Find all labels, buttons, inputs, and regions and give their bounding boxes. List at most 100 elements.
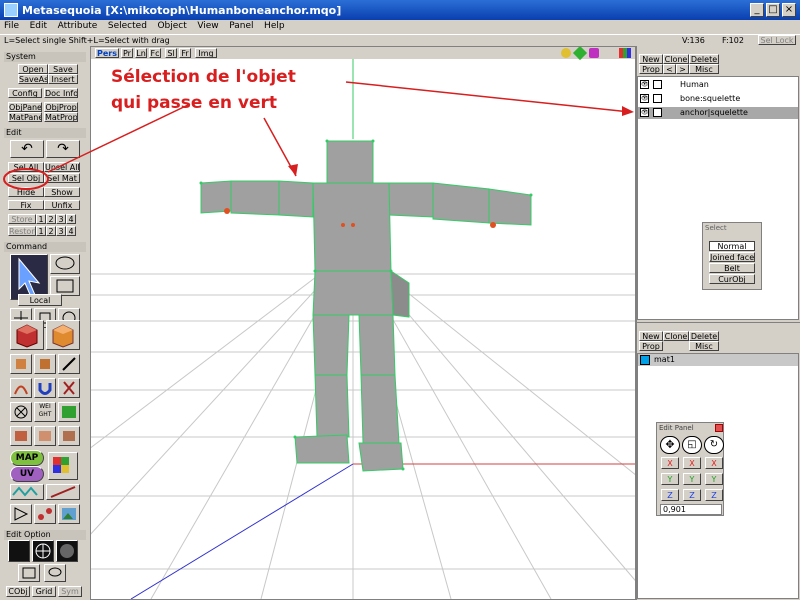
uv-button[interactable]: UV bbox=[10, 466, 44, 482]
eye-icon[interactable]: 👁 bbox=[640, 80, 649, 89]
anchor-tool-icon[interactable] bbox=[34, 426, 56, 446]
object-prop-button[interactable]: Prop bbox=[639, 64, 663, 74]
object-new-button[interactable]: New bbox=[639, 54, 663, 64]
open-button[interactable]: Open bbox=[18, 64, 48, 74]
rotate-x-button[interactable]: X bbox=[705, 457, 723, 469]
scale-z-button[interactable]: Z bbox=[683, 489, 701, 501]
zoom-icon[interactable] bbox=[561, 48, 571, 58]
color-icon[interactable] bbox=[619, 48, 631, 58]
fix-button[interactable]: Fix bbox=[8, 200, 44, 210]
symmetry-button[interactable]: Sym bbox=[58, 586, 82, 597]
saveas-button[interactable]: SaveAs bbox=[18, 74, 48, 84]
select-belt-button[interactable]: Belt bbox=[709, 263, 755, 273]
close-button[interactable]: × bbox=[782, 3, 796, 17]
material-prop-button[interactable]: Prop bbox=[639, 341, 663, 351]
view-tab-img[interactable]: Img bbox=[195, 48, 217, 58]
config-button[interactable]: Config bbox=[8, 88, 42, 98]
menu-attribute[interactable]: Attribute bbox=[54, 20, 102, 32]
snap-rect-icon[interactable] bbox=[18, 564, 40, 582]
objpanel-button[interactable]: ObjPanel bbox=[8, 102, 42, 112]
rotate-mode-icon[interactable]: ↻ bbox=[704, 436, 724, 454]
rotate-view-icon[interactable] bbox=[589, 48, 599, 58]
view-tab-sl[interactable]: Sl bbox=[165, 48, 177, 58]
view-tab-pers[interactable]: Pers bbox=[95, 48, 119, 58]
move-z-button[interactable]: Z bbox=[661, 489, 679, 501]
docinfo-button[interactable]: Doc Info bbox=[44, 88, 78, 98]
move-y-button[interactable]: Y bbox=[661, 473, 679, 485]
magnet-tool-icon[interactable] bbox=[34, 378, 56, 398]
material-delete-button[interactable]: Delete bbox=[689, 331, 719, 341]
object-row-bone[interactable]: 👁 bone:squelette bbox=[638, 93, 798, 105]
view-tab-fc[interactable]: Fc bbox=[149, 48, 161, 58]
delete-tool-icon[interactable] bbox=[10, 402, 32, 422]
moon-toggle-icon[interactable] bbox=[56, 540, 78, 562]
edit-value-field[interactable]: 0,901 bbox=[660, 504, 722, 515]
select-curobj-button[interactable]: CurObj bbox=[709, 274, 755, 284]
menu-help[interactable]: Help bbox=[260, 20, 289, 32]
lasso-tool-icon[interactable] bbox=[50, 254, 80, 274]
grid-button[interactable]: Grid bbox=[32, 586, 56, 597]
restore-slot-1[interactable]: 1 bbox=[36, 226, 46, 236]
light-toggle-icon[interactable] bbox=[8, 540, 30, 562]
matpanel-button[interactable]: MatPane bbox=[8, 112, 42, 122]
material-new-button[interactable]: New bbox=[639, 331, 663, 341]
matprop-button[interactable]: MatProp bbox=[44, 112, 78, 122]
create-face-icon[interactable] bbox=[46, 320, 80, 350]
pen-tool-icon[interactable] bbox=[46, 484, 80, 500]
material-misc-button[interactable]: Misc bbox=[689, 341, 719, 351]
select-material-button[interactable]: Sel Mat bbox=[44, 173, 80, 183]
wave-tool-icon[interactable] bbox=[10, 484, 44, 500]
view-tab-fr[interactable]: Fr bbox=[179, 48, 191, 58]
view-tab-ln[interactable]: Ln bbox=[135, 48, 147, 58]
object-row-human[interactable]: 👁 Human bbox=[638, 79, 798, 91]
select-all-button[interactable]: Sel All bbox=[8, 162, 44, 172]
store-slot-4[interactable]: 4 bbox=[66, 214, 76, 224]
maximize-button[interactable]: □ bbox=[766, 3, 780, 17]
rect-select-icon[interactable] bbox=[50, 276, 80, 296]
image-tool-icon[interactable] bbox=[58, 504, 80, 524]
move-x-button[interactable]: X bbox=[661, 457, 679, 469]
select-object-button[interactable]: Sel Obj bbox=[8, 173, 44, 183]
menu-selected[interactable]: Selected bbox=[104, 20, 151, 32]
objprop-button[interactable]: ObjProp bbox=[44, 102, 78, 112]
paint-tool-icon[interactable] bbox=[58, 402, 80, 422]
map-button[interactable]: MAP bbox=[10, 450, 44, 466]
unselect-all-button[interactable]: Unsel All bbox=[44, 162, 80, 172]
unfix-button[interactable]: Unfix bbox=[44, 200, 80, 210]
show-button[interactable]: Show bbox=[44, 187, 80, 197]
object-misc-button[interactable]: Misc bbox=[689, 64, 719, 74]
vertex-tool-icon[interactable] bbox=[34, 504, 56, 524]
rotate-y-button[interactable]: Y bbox=[705, 473, 723, 485]
lock-icon[interactable] bbox=[653, 80, 662, 89]
move-mode-icon[interactable]: ✥ bbox=[660, 436, 680, 454]
menu-edit[interactable]: Edit bbox=[26, 20, 51, 32]
menu-panel[interactable]: Panel bbox=[225, 20, 257, 32]
create-box-icon[interactable] bbox=[10, 320, 44, 350]
menu-object[interactable]: Object bbox=[153, 20, 190, 32]
store-slot-3[interactable]: 3 bbox=[56, 214, 66, 224]
scale-mode-icon[interactable]: ◱ bbox=[682, 436, 702, 454]
restore-slot-2[interactable]: 2 bbox=[46, 226, 56, 236]
knife-tool-icon[interactable] bbox=[58, 354, 80, 374]
rotate-z-button[interactable]: Z bbox=[705, 489, 723, 501]
insert-button[interactable]: Insert bbox=[48, 74, 78, 84]
morph-tool-icon[interactable] bbox=[58, 426, 80, 446]
restore-button[interactable]: Restore bbox=[8, 226, 36, 236]
bend-tool-icon[interactable] bbox=[10, 378, 32, 398]
material-clone-button[interactable]: Clone bbox=[663, 331, 689, 341]
select-normal-button[interactable]: Normal bbox=[709, 241, 755, 251]
local-button[interactable]: Local bbox=[18, 294, 62, 306]
menu-view[interactable]: View bbox=[193, 20, 222, 32]
eye-icon[interactable]: 👁 bbox=[640, 108, 649, 117]
view-tab-pr[interactable]: Pr bbox=[121, 48, 133, 58]
sel-lock-button[interactable]: Sel Lock bbox=[758, 35, 796, 45]
scale-y-button[interactable]: Y bbox=[683, 473, 701, 485]
object-row-anchor[interactable]: 👁 anchor|squelette bbox=[638, 107, 798, 119]
extrude-tool-icon[interactable] bbox=[10, 354, 32, 374]
select-joined-face-button[interactable]: Joined face bbox=[709, 252, 755, 262]
eye-icon[interactable]: 👁 bbox=[640, 94, 649, 103]
snap-lasso-icon[interactable] bbox=[44, 564, 66, 582]
hide-button[interactable]: Hide bbox=[8, 187, 44, 197]
menu-file[interactable]: File bbox=[0, 20, 23, 32]
current-object-button[interactable]: CObj bbox=[6, 586, 30, 597]
